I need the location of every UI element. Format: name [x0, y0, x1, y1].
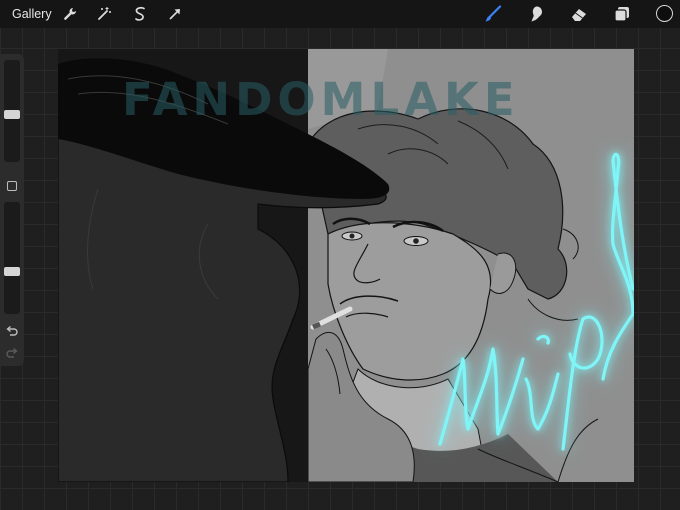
color-picker-swatch[interactable] — [656, 5, 673, 22]
opacity-slider[interactable] — [4, 202, 20, 314]
wrench-icon[interactable] — [61, 5, 79, 23]
magic-wand-icon[interactable] — [95, 5, 113, 23]
drawing-canvas[interactable]: FANDOMLAKE — [58, 49, 634, 482]
opacity-thumb[interactable] — [4, 266, 20, 276]
watermark-text: FANDOMLAKE — [122, 73, 520, 126]
selection-icon[interactable] — [131, 5, 149, 23]
gallery-button[interactable]: Gallery — [12, 7, 52, 21]
brush-size-thumb[interactable] — [4, 110, 20, 120]
eraser-icon[interactable] — [570, 5, 588, 23]
layers-icon[interactable] — [613, 5, 631, 23]
left-sidebar — [0, 54, 24, 366]
brush-icon[interactable] — [484, 5, 502, 23]
top-toolbar: Gallery — [0, 0, 680, 28]
transform-arrow-icon[interactable] — [166, 5, 184, 23]
undo-icon[interactable] — [5, 324, 19, 338]
brush-size-slider[interactable] — [4, 60, 20, 162]
smudge-icon[interactable] — [528, 5, 546, 23]
redo-icon[interactable] — [5, 346, 19, 360]
modify-button[interactable] — [7, 181, 17, 191]
